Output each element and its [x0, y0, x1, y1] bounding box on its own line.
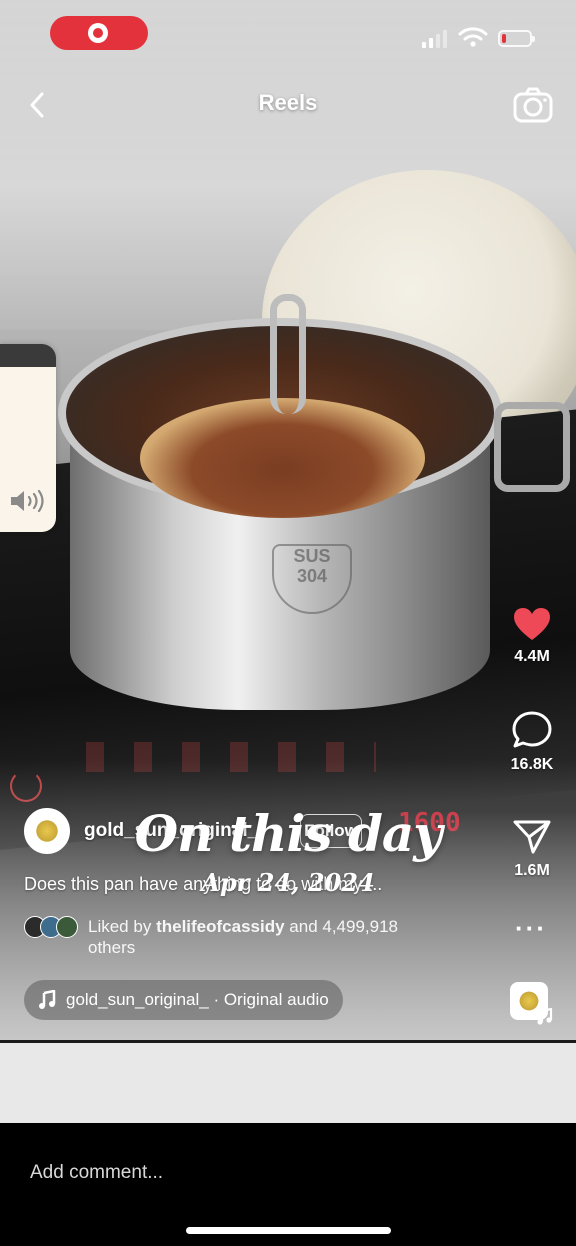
comment-input[interactable]: Add comment... [30, 1162, 163, 1184]
video-pot-handle [270, 294, 306, 414]
comment-button[interactable]: 16.8K [496, 710, 568, 774]
like-button[interactable]: 4.4M [496, 606, 568, 666]
signal-icon [422, 30, 450, 48]
audio-pill[interactable]: gold_sun_original_ · Original audio [24, 980, 343, 1020]
heart-icon [514, 608, 550, 640]
record-icon [88, 23, 108, 43]
camera-icon[interactable] [512, 86, 554, 124]
music-note-icon [537, 1008, 553, 1025]
battery-level [502, 34, 506, 43]
wifi-icon [458, 27, 488, 47]
more-options-icon[interactable]: ··· [512, 915, 550, 948]
content-band [0, 1043, 576, 1123]
like-count: 4.4M [514, 648, 550, 665]
volume-empty-track [0, 344, 56, 367]
video-stamp-line2: 304 [296, 566, 328, 586]
liked-by-prefix: Liked by [88, 917, 152, 936]
battery-icon [498, 30, 535, 47]
memory-date: Apr 24, 2024 [201, 868, 375, 897]
audio-label: gold_sun_original_ · Original audio [66, 990, 329, 1009]
music-note-icon [39, 990, 56, 1009]
video-pot-side-handle [494, 402, 570, 492]
home-indicator[interactable] [186, 1227, 391, 1234]
speaker-icon [11, 489, 44, 513]
video-stamp-line1: SUS [293, 546, 331, 566]
page-title: Reels [258, 90, 318, 115]
liked-by-user[interactable]: thelifeofcassidy [156, 917, 285, 936]
liked-by-avatars [24, 916, 82, 938]
liked-by-text[interactable]: Liked by thelifeofcassidy and 4,499,918 … [88, 916, 448, 958]
video-pot-food [140, 398, 425, 518]
memory-title: On this day [134, 804, 443, 863]
comment-bubble-icon [512, 711, 552, 748]
screen-recording-pill[interactable] [50, 16, 148, 50]
comment-count: 16.8K [510, 756, 554, 773]
